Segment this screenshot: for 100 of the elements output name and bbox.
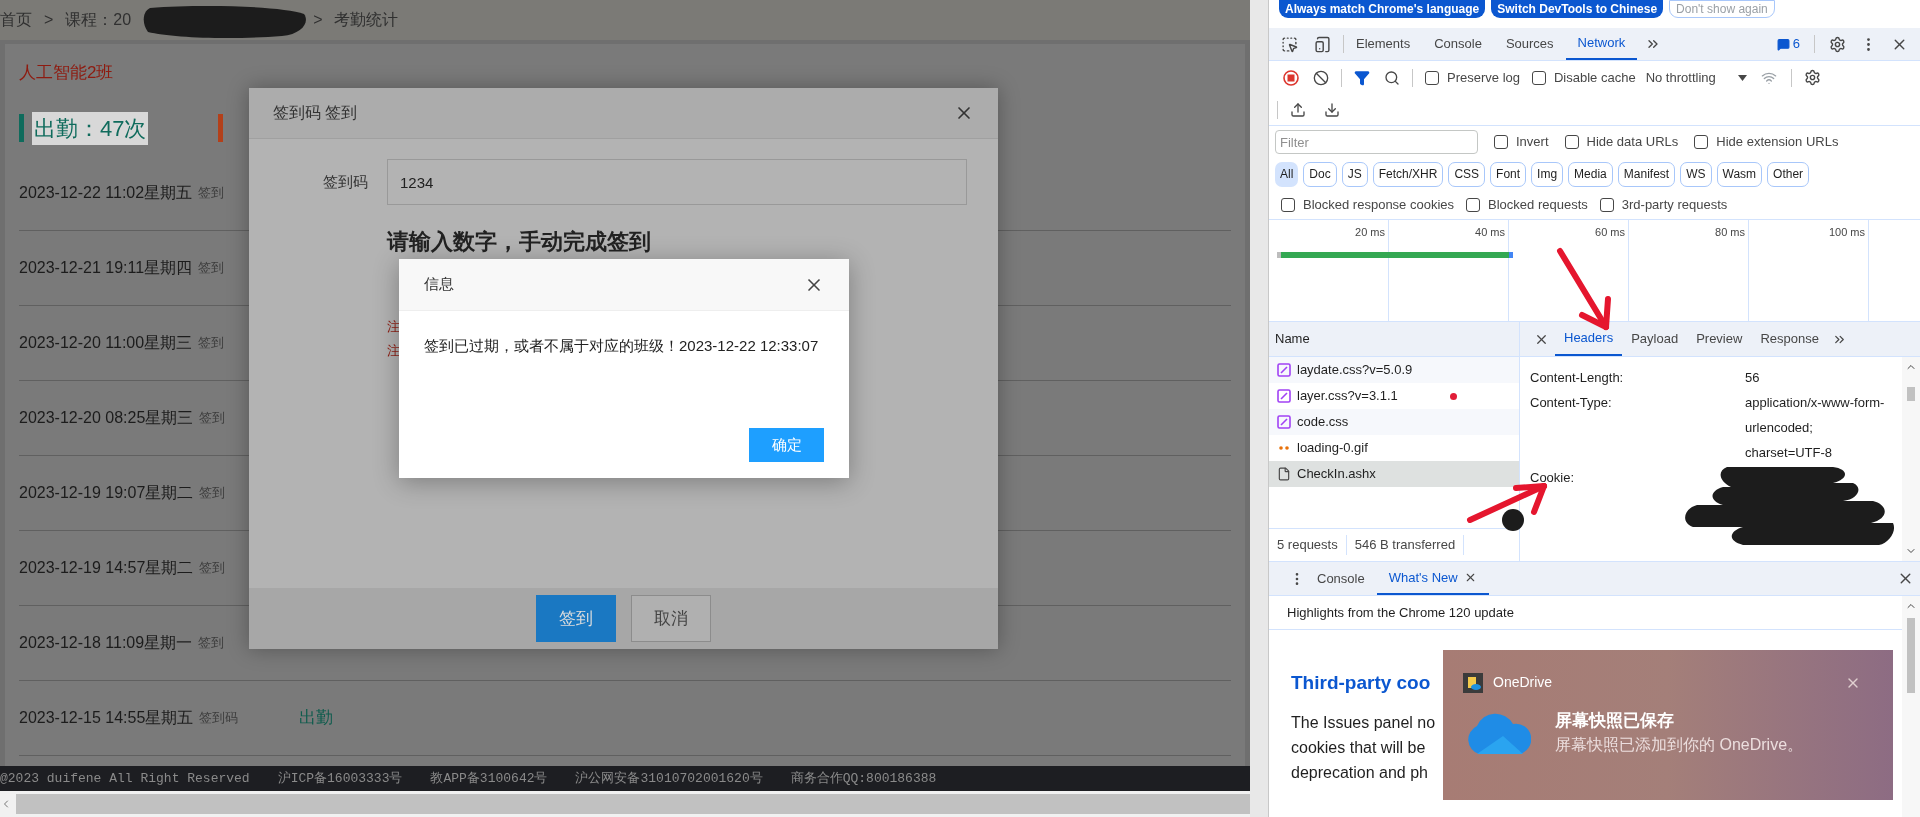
filter-field[interactable]: Filter <box>1275 130 1478 154</box>
record-code: 签到 <box>198 334 226 353</box>
request-row[interactable]: laydate.css?v=5.0.9 <box>1269 357 1519 383</box>
checkbox[interactable] <box>1694 135 1709 149</box>
checkbox-label: Hide data URLs <box>1586 133 1679 152</box>
type-filter-chip[interactable]: JS <box>1341 161 1368 187</box>
checkbox[interactable] <box>1494 135 1508 149</box>
summary-text: 5 requests <box>1269 535 1347 555</box>
record-time: 2023-12-19 14:57星期二 <box>19 558 194 578</box>
drawer-tab[interactable]: What's New <box>1376 562 1489 595</box>
tick-label: 100 ms <box>1828 225 1865 238</box>
request-row[interactable]: code.css <box>1269 409 1519 435</box>
code-field[interactable]: 1234 <box>387 159 967 205</box>
toast-title: 屏幕快照已保存 <box>1555 710 1675 732</box>
footer-text: 教APP备3100642号 <box>430 769 548 788</box>
css-file-icon <box>1277 415 1291 429</box>
type-filter-chip[interactable]: Font <box>1490 161 1527 187</box>
language-button[interactable]: Switch DevTools to Chinese <box>1491 0 1664 18</box>
type-filter-chip[interactable]: Fetch/XHR <box>1372 161 1444 187</box>
app-name: OneDrive <box>1493 673 1553 692</box>
request-name: loading-0.gif <box>1297 439 1368 458</box>
type-filter-chip[interactable]: CSS <box>1448 161 1486 187</box>
dot-mark <box>1502 509 1524 531</box>
checkbox[interactable] <box>1281 197 1295 212</box>
record-code: 签到 <box>198 184 226 203</box>
message-text: 签到已过期，或者不属于对应的班级！2023-12-22 12:33:07 <box>423 336 820 356</box>
type-filter-chip[interactable]: Media <box>1568 161 1613 187</box>
record-stop-icon[interactable] <box>1283 69 1299 86</box>
type-filter-chip[interactable]: Manifest <box>1617 161 1676 187</box>
scrollbar-thumb[interactable] <box>1907 618 1915 693</box>
type-filter-chip[interactable]: Doc <box>1303 161 1337 187</box>
cancel-button[interactable]: 取消 <box>631 595 711 642</box>
submit-button[interactable]: 签到 <box>536 595 616 642</box>
tick-label: 40 ms <box>1475 225 1505 238</box>
issues-badge[interactable]: 6 <box>1776 34 1800 54</box>
network-settings-icon[interactable] <box>1803 69 1821 86</box>
search-icon[interactable] <box>1384 69 1400 86</box>
detail-tab[interactable]: Payload <box>1622 322 1688 356</box>
note-text: 注 <box>387 341 400 360</box>
device-toolbar-icon[interactable] <box>1314 35 1331 53</box>
column-header: Name <box>1269 322 1519 357</box>
detail-tab[interactable]: Preview <box>1687 322 1752 356</box>
detail-tab[interactable]: Response <box>1751 322 1828 356</box>
breadcrumb-separator: > <box>44 10 54 30</box>
record-code: 签到 <box>199 559 227 578</box>
devtools-tab[interactable]: Console <box>1422 28 1494 60</box>
checkbox[interactable] <box>1466 197 1481 212</box>
language-button[interactable]: Always match Chrome's language <box>1279 0 1486 18</box>
inspect-icon[interactable] <box>1281 35 1298 53</box>
dropdown-caret-icon <box>1737 74 1747 81</box>
app-icon <box>1463 672 1483 693</box>
tick-label: 60 ms <box>1595 225 1625 238</box>
checkbox[interactable] <box>1599 197 1614 212</box>
throttling-dropdown[interactable]: No throttling <box>1645 67 1747 88</box>
detail-tab[interactable]: Headers <box>1555 322 1623 356</box>
checkbox-label: Blocked response cookies <box>1303 195 1455 214</box>
devtools-tab[interactable]: Elements <box>1344 28 1423 60</box>
record-time: 2023-12-18 11:09星期一 <box>19 633 193 653</box>
settings-icon[interactable] <box>1829 35 1846 53</box>
type-filter-chip[interactable]: Other <box>1767 161 1810 187</box>
toast-message: 屏幕快照已添加到你的 OneDrive。 <box>1555 735 1804 755</box>
import-icon[interactable] <box>1290 101 1306 118</box>
devtools-tab[interactable]: Sources <box>1493 28 1566 60</box>
type-filter-chip[interactable]: All <box>1275 161 1299 187</box>
export-icon[interactable] <box>1324 101 1340 118</box>
css-file-icon <box>1277 389 1291 403</box>
checkbox-label: Invert <box>1516 133 1549 152</box>
article-heading[interactable]: Third-party coo <box>1291 670 1431 696</box>
image-file-icon <box>1279 446 1289 450</box>
filter-icon[interactable] <box>1354 69 1370 86</box>
type-filter-chip[interactable]: Img <box>1531 161 1564 187</box>
checkbox-label: Preserve log <box>1447 68 1520 87</box>
record-time: 2023-12-19 19:07星期二 <box>19 483 194 503</box>
stat-label: 出勤：47次 <box>32 111 149 145</box>
dot-mark <box>1450 393 1457 400</box>
request-name: code.css <box>1297 413 1349 432</box>
checkbox-label: 3rd-party requests <box>1621 195 1728 214</box>
instruction-heading: 请输入数字，手动完成签到 <box>387 229 651 255</box>
dialog-title: 信息 <box>424 274 454 295</box>
dialog-title: 签到码 签到 <box>273 103 358 123</box>
request-row[interactable]: CheckIn.ashx <box>1269 461 1519 487</box>
record-code: 签到码 <box>199 709 240 728</box>
header-name: Content-Type: <box>1530 394 1613 412</box>
type-filter-chip[interactable]: Wasm <box>1716 161 1763 187</box>
devtools-tab[interactable]: Network <box>1565 28 1638 60</box>
tick-label: 80 ms <box>1715 225 1745 238</box>
checkbox[interactable] <box>1564 135 1579 149</box>
type-filter-chip[interactable]: WS <box>1680 161 1712 187</box>
scrollbar-thumb[interactable] <box>16 794 1250 814</box>
drawer-tab[interactable]: Console <box>1305 562 1377 595</box>
checkbox[interactable] <box>1532 70 1546 85</box>
header-value: 56 <box>1745 369 1761 387</box>
clear-icon[interactable] <box>1313 69 1329 86</box>
record-time: 2023-12-15 14:55星期五 <box>19 708 194 728</box>
checkbox[interactable] <box>1425 70 1439 85</box>
record-time: 2023-12-22 11:02星期五 <box>19 183 193 203</box>
record-code: 签到 <box>198 259 226 278</box>
record-code: 签到 <box>199 409 227 428</box>
breadcrumb-separator: > <box>313 10 323 30</box>
scrollbar-thumb[interactable] <box>1907 387 1915 401</box>
